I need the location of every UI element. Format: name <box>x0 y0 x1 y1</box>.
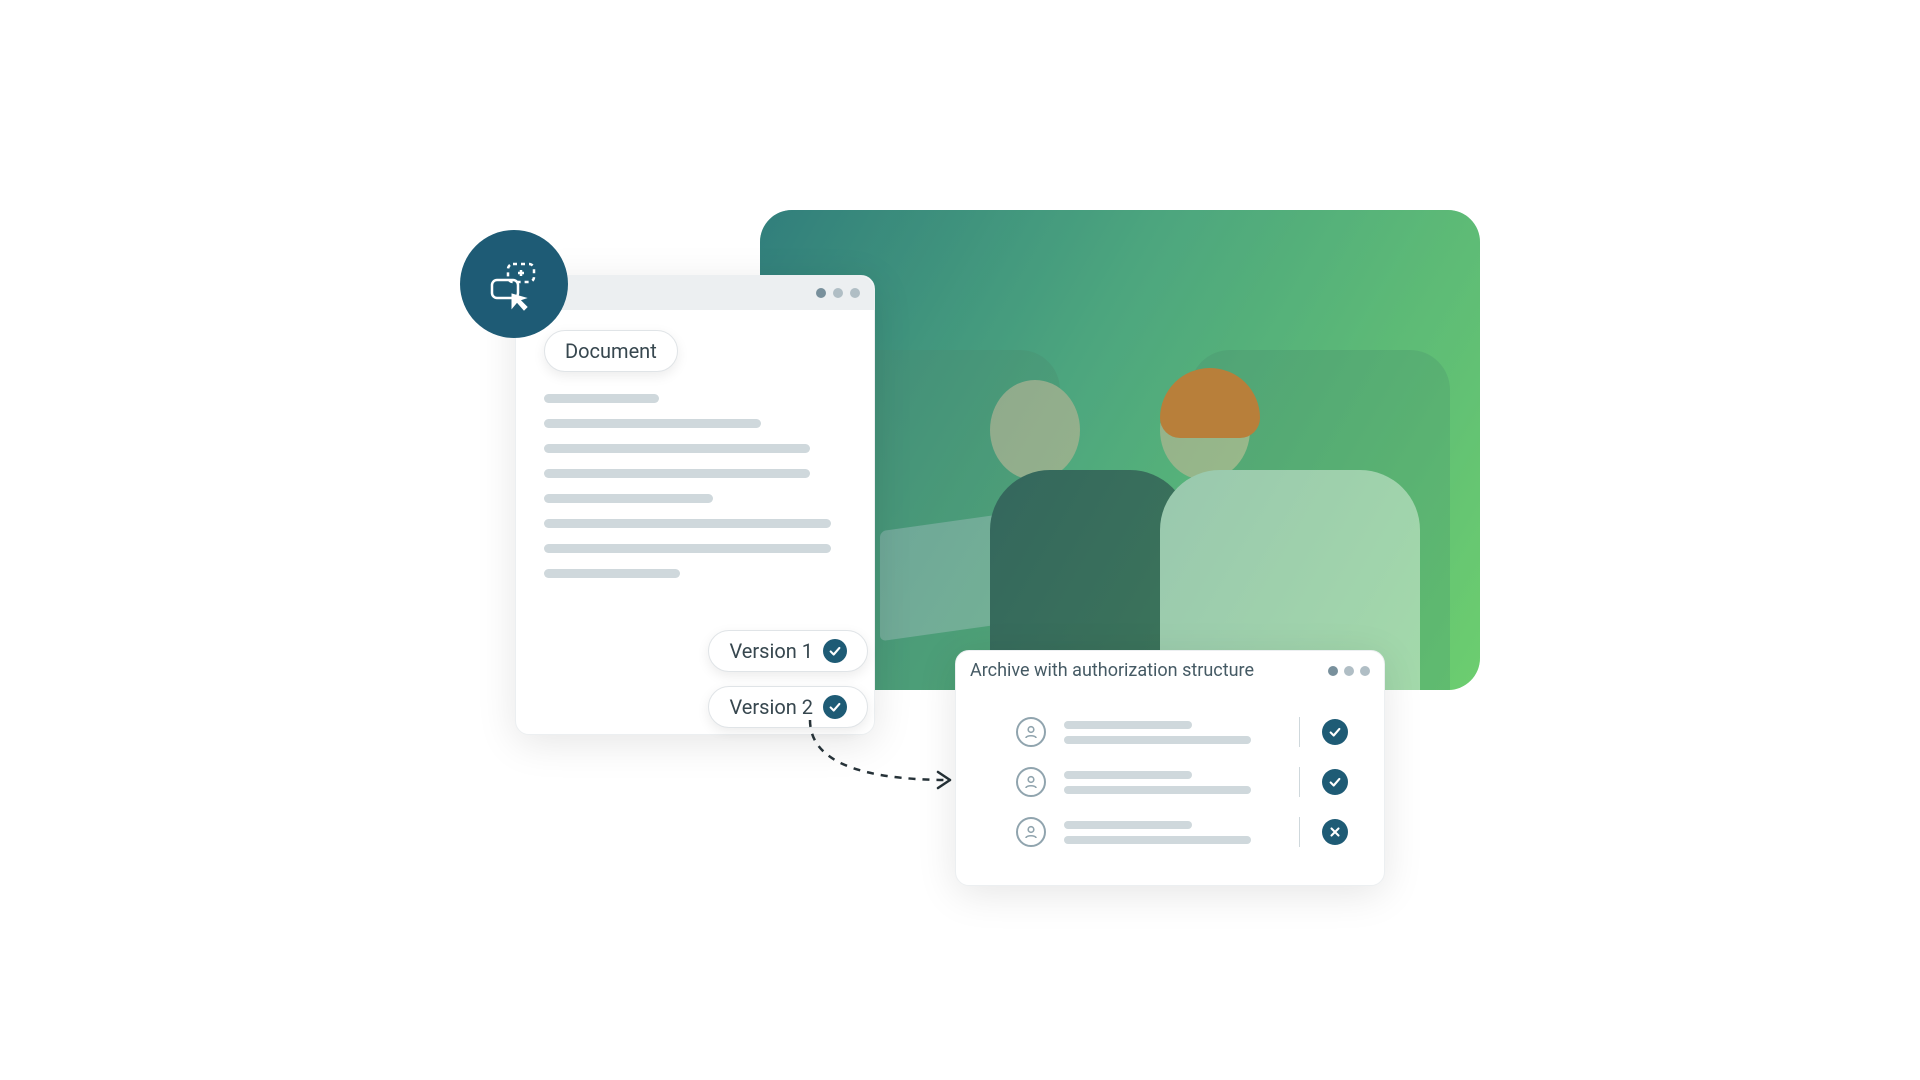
window-dot-icon <box>1328 666 1338 676</box>
authorization-text-skeleton <box>1064 771 1277 794</box>
document-title-label: Document <box>565 339 657 363</box>
window-dot-icon <box>1360 666 1370 676</box>
authorization-text-skeleton <box>1064 821 1277 844</box>
window-dot-icon <box>1344 666 1354 676</box>
skeleton-line <box>544 444 810 453</box>
version-pill-2[interactable]: Version 2 <box>708 686 868 728</box>
window-dot-icon <box>833 288 843 298</box>
cross-icon <box>1322 819 1348 845</box>
document-title-pill: Document <box>544 330 678 372</box>
authorization-row <box>1016 757 1348 807</box>
skeleton-line <box>544 394 659 403</box>
archive-title: Archive with authorization structure <box>970 660 1254 681</box>
window-dot-icon <box>850 288 860 298</box>
skeleton-line <box>544 569 680 578</box>
drag-duplicate-badge <box>460 230 568 338</box>
archive-window: Archive with authorization structure <box>955 650 1385 886</box>
authorization-row <box>1016 807 1348 857</box>
version-pill-1[interactable]: Version 1 <box>708 630 868 672</box>
skeleton-line <box>544 419 761 428</box>
skeleton-line <box>544 494 713 503</box>
check-icon <box>823 639 847 663</box>
check-icon <box>823 695 847 719</box>
version-label: Version 1 <box>729 639 813 663</box>
person-icon <box>1016 817 1046 847</box>
authorization-text-skeleton <box>1064 721 1277 744</box>
duplicate-cursor-icon <box>482 250 546 318</box>
check-icon <box>1322 719 1348 745</box>
person-icon <box>1016 767 1046 797</box>
document-window: Document Version 1 Version 2 <box>515 275 875 735</box>
authorization-row <box>1016 707 1348 757</box>
window-dot-icon <box>816 288 826 298</box>
skeleton-line <box>544 469 810 478</box>
skeleton-line <box>544 519 831 528</box>
archive-titlebar: Archive with authorization structure <box>956 651 1384 691</box>
version-label: Version 2 <box>729 695 813 719</box>
skeleton-line <box>544 544 831 553</box>
person-icon <box>1016 717 1046 747</box>
check-icon <box>1322 769 1348 795</box>
window-titlebar <box>516 276 874 310</box>
